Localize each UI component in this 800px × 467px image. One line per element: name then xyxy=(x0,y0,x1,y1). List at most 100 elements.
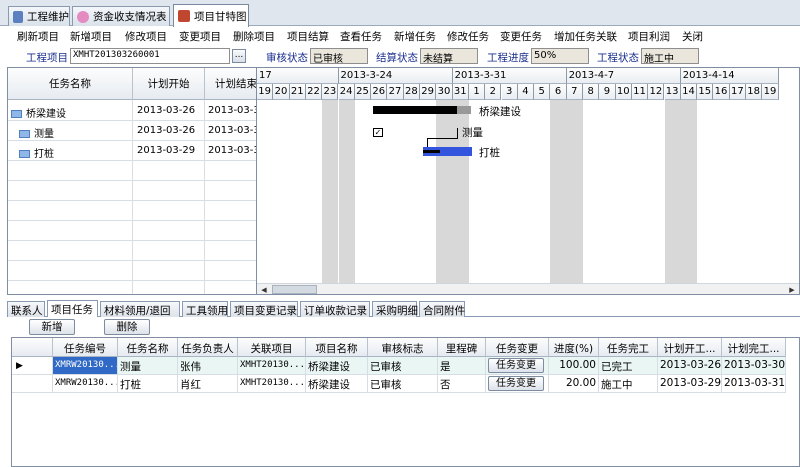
scroll-right-icon[interactable]: ▶ xyxy=(786,285,798,294)
browse-button[interactable]: ... xyxy=(232,49,246,63)
tab-purchase-details[interactable]: 采购明细 xyxy=(372,301,418,317)
settle-project-button[interactable]: 项目结算 xyxy=(287,29,329,44)
gantt-day-header: 16 xyxy=(713,84,730,100)
task-change-cell[interactable]: 任务变更 xyxy=(486,375,549,393)
task-end: 2013-03-31 xyxy=(208,145,256,156)
add-project-button[interactable]: 新增项目 xyxy=(70,29,112,44)
task-owner-cell[interactable]: 张伟 xyxy=(178,357,238,375)
gantt-day-header: 24 xyxy=(338,84,355,100)
tree-node-piling[interactable]: 打桩 xyxy=(19,141,131,161)
detail-tab-bar: 联系人 项目任务 材料领用/退回 工具领用 项目变更记录 订单收款记录 采购明细… xyxy=(7,300,800,317)
tab-gantt[interactable]: 项目甘特图 xyxy=(173,4,249,27)
column-header-linked-project[interactable]: 关联项目 xyxy=(238,338,306,357)
scroll-left-icon[interactable]: ◀ xyxy=(258,285,270,294)
gantt-day-header: 9 xyxy=(599,84,616,100)
gantt-day-header: 6 xyxy=(550,84,567,100)
column-header-plan-end[interactable]: 计划完工... xyxy=(722,338,786,357)
refresh-project-button[interactable]: 刷新项目 xyxy=(17,29,59,44)
gantt-day-header: 18 xyxy=(746,84,763,100)
tab-fund-report[interactable]: 资金收支情况表 xyxy=(72,6,170,26)
milestone-cell[interactable]: 否 xyxy=(438,375,486,393)
task-change-button[interactable]: 任务变更 xyxy=(488,358,544,373)
linked-project-cell[interactable]: XMHT20130... xyxy=(238,357,306,375)
grid-row-line xyxy=(8,160,256,161)
change-project-button[interactable]: 变更项目 xyxy=(179,29,221,44)
close-button[interactable]: 关闭 xyxy=(682,29,703,44)
project-profit-button[interactable]: 项目利润 xyxy=(628,29,670,44)
grid-row-line xyxy=(8,180,256,181)
column-header-task-name[interactable]: 任务名称 xyxy=(118,338,178,357)
plan-end-cell[interactable]: 2013-03-30 xyxy=(722,357,786,375)
plan-start-cell[interactable]: 2013-03-26 xyxy=(658,357,722,375)
gantt-chart: 17 2013-3-24 2013-3-31 2013-4-7 2013-4-14 19… xyxy=(257,67,800,295)
gantt-bar-label: 测量 xyxy=(462,127,483,139)
grid-row-line xyxy=(8,220,256,221)
milestone-cell[interactable]: 是 xyxy=(438,357,486,375)
column-header-task-owner[interactable]: 任务负责人 xyxy=(178,338,238,357)
gantt-horizontal-scrollbar[interactable]: ◀ ▶ xyxy=(257,283,799,294)
column-header-task-name[interactable]: 任务名称 xyxy=(8,68,133,100)
task-name-cell[interactable]: 打桩 xyxy=(118,375,178,393)
column-header-plan-start[interactable]: 计划开始 xyxy=(133,68,205,100)
grid-row-line xyxy=(8,260,256,261)
tree-node-survey[interactable]: 测量 xyxy=(19,121,131,141)
task-name-cell[interactable]: 测量 xyxy=(118,357,178,375)
tab-project-tasks[interactable]: 项目任务 xyxy=(47,300,98,317)
task-complete-cell[interactable]: 已完工 xyxy=(599,357,658,375)
project-label: 工程项目 xyxy=(26,52,68,64)
edit-project-button[interactable]: 修改项目 xyxy=(125,29,167,44)
tab-contract-attachments[interactable]: 合同附件 xyxy=(419,301,465,317)
scrollbar-thumb[interactable] xyxy=(272,285,317,294)
grid-row-line xyxy=(8,280,256,281)
tab-project-maintenance[interactable]: 工程维护 xyxy=(8,6,70,26)
plan-end-cell[interactable]: 2013-03-31 xyxy=(722,375,786,393)
tab-order-receipts[interactable]: 订单收款记录 xyxy=(300,301,370,317)
row-selector[interactable] xyxy=(12,375,53,393)
task-complete-cell[interactable]: 施工中 xyxy=(599,375,658,393)
task-change-button[interactable]: 任务变更 xyxy=(488,376,544,391)
column-header-plan-end[interactable]: 计划结束 xyxy=(205,68,256,100)
add-task-link-button[interactable]: 增加任务关联 xyxy=(554,29,617,44)
milestone-check-icon[interactable]: ✓ xyxy=(373,128,383,137)
task-name: 桥梁建设 xyxy=(26,109,66,120)
linked-project-cell[interactable]: XMHT20130... xyxy=(238,375,306,393)
task-code-cell[interactable]: XMRW20130... xyxy=(53,375,118,393)
progress-cell[interactable]: 100.00 xyxy=(549,357,599,375)
column-header-milestone[interactable]: 里程碑 xyxy=(438,338,486,357)
column-header-progress[interactable]: 进度(%) xyxy=(549,338,599,357)
edit-task-button[interactable]: 修改任务 xyxy=(447,29,489,44)
tab-material-usage[interactable]: 材料领用/退回 xyxy=(100,301,180,317)
delete-project-button[interactable]: 删除项目 xyxy=(233,29,275,44)
progress-cell[interactable]: 20.00 xyxy=(549,375,599,393)
column-header-task-complete[interactable]: 任务完工 xyxy=(599,338,658,357)
audit-flag-cell[interactable]: 已审核 xyxy=(368,375,438,393)
row-selector-header xyxy=(12,338,53,357)
gantt-day-header: 12 xyxy=(648,84,665,100)
task-owner-cell[interactable]: 肖红 xyxy=(178,375,238,393)
gantt-day-header: 17 xyxy=(729,84,746,100)
plan-start-cell[interactable]: 2013-03-29 xyxy=(658,375,722,393)
audit-flag-cell[interactable]: 已审核 xyxy=(368,357,438,375)
gantt-weekend-column xyxy=(550,100,567,294)
change-task-button[interactable]: 变更任务 xyxy=(500,29,542,44)
column-header-task-code[interactable]: 任务编号 xyxy=(53,338,118,357)
task-change-cell[interactable]: 任务变更 xyxy=(486,357,549,375)
tree-node-bridge[interactable]: 桥梁建设 xyxy=(11,101,131,121)
gantt-day-header: 3 xyxy=(501,84,518,100)
delete-button[interactable]: 删除 xyxy=(104,319,150,335)
tab-project-change-log[interactable]: 项目变更记录 xyxy=(230,301,298,317)
project-field[interactable]: XMHT201303260001 xyxy=(70,48,230,64)
column-header-task-change[interactable]: 任务变更 xyxy=(486,338,549,357)
folder-icon xyxy=(11,110,22,118)
tab-tool-usage[interactable]: 工具领用 xyxy=(182,301,228,317)
add-button[interactable]: 新增 xyxy=(29,319,75,335)
view-tasks-button[interactable]: 查看任务 xyxy=(340,29,382,44)
tab-contacts[interactable]: 联系人 xyxy=(7,301,45,317)
add-task-button[interactable]: 新增任务 xyxy=(394,29,436,44)
project-name-cell[interactable]: 桥梁建设 xyxy=(306,375,368,393)
task-code-cell[interactable]: XMRW20130... xyxy=(53,357,118,375)
column-header-project-name[interactable]: 项目名称 xyxy=(306,338,368,357)
project-name-cell[interactable]: 桥梁建设 xyxy=(306,357,368,375)
column-header-audit-flag[interactable]: 审核标志 xyxy=(368,338,438,357)
column-header-plan-start[interactable]: 计划开工... xyxy=(658,338,722,357)
